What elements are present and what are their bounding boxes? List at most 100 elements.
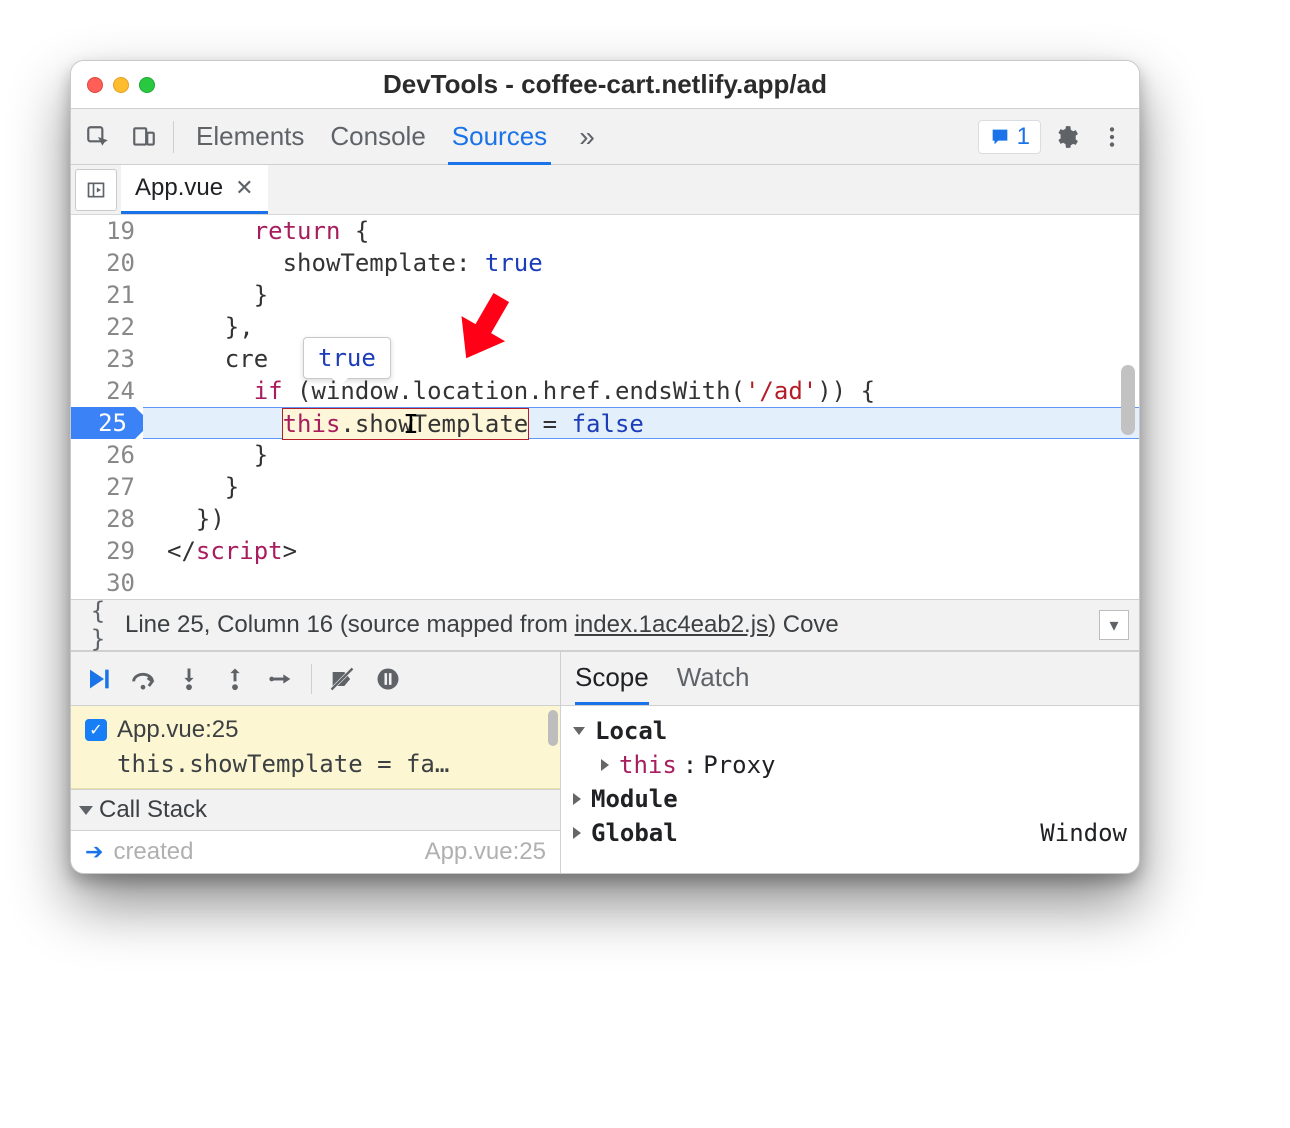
line-number[interactable]: 28 <box>71 503 135 535</box>
scope-this[interactable]: this: Proxy <box>573 748 1127 782</box>
more-tabs-icon[interactable]: » <box>569 121 605 153</box>
code-token: > <box>283 537 297 565</box>
line-number[interactable]: 30 <box>71 567 135 599</box>
scope-watch-tabs: Scope Watch <box>561 652 1139 706</box>
call-stack-header[interactable]: Call Stack <box>71 789 560 831</box>
code-token: '/ad' <box>745 377 817 405</box>
close-window-icon[interactable] <box>87 77 103 93</box>
main-toolbar: Elements Console Sources » 1 <box>71 109 1139 165</box>
hover-tooltip: true <box>303 337 391 379</box>
scope-value: Proxy <box>703 751 775 779</box>
breakpoints-scrollbar[interactable] <box>548 710 558 746</box>
code-token: if <box>254 377 283 405</box>
scope-module[interactable]: Module <box>573 782 1127 816</box>
tab-console[interactable]: Console <box>326 110 429 165</box>
tab-sources[interactable]: Sources <box>448 110 551 165</box>
maximize-window-icon[interactable] <box>139 77 155 93</box>
minimize-window-icon[interactable] <box>113 77 129 93</box>
step-over-icon[interactable] <box>123 659 163 699</box>
code-token: } <box>254 281 268 309</box>
line-number[interactable]: 26 <box>71 439 135 471</box>
device-toolbar-icon[interactable] <box>123 116 165 158</box>
pause-exceptions-icon[interactable] <box>368 659 408 699</box>
call-stack-title: Call Stack <box>99 796 207 824</box>
disclosure-triangle-icon <box>601 759 609 771</box>
code-scrollbar[interactable] <box>1121 365 1135 435</box>
breakpoint-location[interactable]: App.vue:25 <box>117 716 238 744</box>
status-fragment: (source mapped from <box>340 611 575 638</box>
scope-label: Local <box>595 717 667 745</box>
breakpoint-snippet: this.showTemplate = fa… <box>85 750 546 778</box>
line-number[interactable]: 22 <box>71 311 135 343</box>
scope-label: Global <box>591 819 678 847</box>
breakpoint-line-number[interactable]: 25 <box>71 407 135 439</box>
status-bar: { } Line 25, Column 16 (source mapped fr… <box>71 599 1139 651</box>
code-editor: 19 20 21 22 23 24 25 26 27 28 29 30 retu… <box>71 215 1139 599</box>
code-token: (window.location.href.endsWith( <box>283 377 745 405</box>
status-fragment: ) <box>768 611 776 638</box>
line-number[interactable]: 24 <box>71 375 135 407</box>
disclosure-triangle-icon <box>573 793 581 805</box>
navigator-toggle-icon[interactable] <box>75 169 117 211</box>
scope-key: this <box>619 751 677 779</box>
debugger-drawer: ✓ App.vue:25 this.showTemplate = fa… Cal… <box>71 651 1139 873</box>
code-token: return <box>254 217 341 245</box>
issues-badge[interactable]: 1 <box>978 120 1041 154</box>
tab-elements[interactable]: Elements <box>192 110 308 165</box>
breakpoint-checkbox[interactable]: ✓ <box>85 719 107 741</box>
file-tab-app-vue[interactable]: App.vue ✕ <box>121 165 268 214</box>
call-stack-frame[interactable]: ➔ created App.vue:25 <box>71 831 560 873</box>
disclosure-triangle-icon <box>573 827 581 839</box>
code-content[interactable]: return { showTemplate: true } }, created… <box>143 215 1139 599</box>
code-token: true <box>485 249 543 277</box>
code-token: } <box>254 441 268 469</box>
panel-tabs: Elements Console Sources » <box>192 109 974 164</box>
line-number[interactable]: 21 <box>71 279 135 311</box>
tab-watch[interactable]: Watch <box>677 652 750 705</box>
frame-name: created <box>113 838 193 866</box>
text-cursor-icon: 𝙸 <box>403 409 419 441</box>
line-gutter: 19 20 21 22 23 24 25 26 27 28 29 30 <box>71 215 143 599</box>
window-controls <box>71 77 155 93</box>
code-token: .showTemplate <box>340 410 528 438</box>
scope-value: Window <box>1040 819 1127 847</box>
line-number[interactable]: 19 <box>71 215 135 247</box>
line-number[interactable]: 29 <box>71 535 135 567</box>
annotation-arrow-icon <box>441 279 531 377</box>
issues-count: 1 <box>1017 123 1030 151</box>
chat-icon <box>989 126 1011 148</box>
scope-global[interactable]: Global Window <box>573 816 1127 850</box>
settings-icon[interactable] <box>1045 116 1087 158</box>
deactivate-breakpoints-icon[interactable] <box>322 659 362 699</box>
step-icon[interactable] <box>261 659 301 699</box>
execution-line: this.showTemplate = false <box>143 407 1139 439</box>
line-number[interactable]: 20 <box>71 247 135 279</box>
code-token: = <box>528 410 571 438</box>
code-token: )) { <box>817 377 875 405</box>
pretty-print-icon[interactable]: { } <box>81 597 115 653</box>
debugger-controls <box>71 652 560 706</box>
line-number[interactable]: 27 <box>71 471 135 503</box>
titlebar: DevTools - coffee-cart.netlify.app/ad <box>71 61 1139 109</box>
line-number[interactable]: 23 <box>71 343 135 375</box>
code-token: }) <box>196 505 225 533</box>
step-out-icon[interactable] <box>215 659 255 699</box>
separator <box>311 664 312 694</box>
tab-scope[interactable]: Scope <box>575 652 649 705</box>
step-into-icon[interactable] <box>169 659 209 699</box>
resume-icon[interactable] <box>77 659 117 699</box>
current-frame-icon: ➔ <box>85 839 103 865</box>
source-mapped-link[interactable]: index.1ac4eab2.js <box>575 611 768 638</box>
code-token: } <box>225 473 239 501</box>
close-file-icon[interactable]: ✕ <box>235 175 253 201</box>
status-fragment: Cove <box>776 611 839 638</box>
scope-tree: Local this: Proxy Module Global Wi <box>561 706 1139 858</box>
code-token: showTemplate: <box>283 249 485 277</box>
disclosure-triangle-icon <box>573 727 585 735</box>
cursor-position: Line 25, Column 16 <box>125 611 333 638</box>
separator <box>173 121 174 153</box>
inspect-element-icon[interactable] <box>77 116 119 158</box>
scope-local[interactable]: Local <box>573 714 1127 748</box>
kebab-menu-icon[interactable] <box>1091 116 1133 158</box>
status-more-icon[interactable] <box>1099 610 1129 640</box>
